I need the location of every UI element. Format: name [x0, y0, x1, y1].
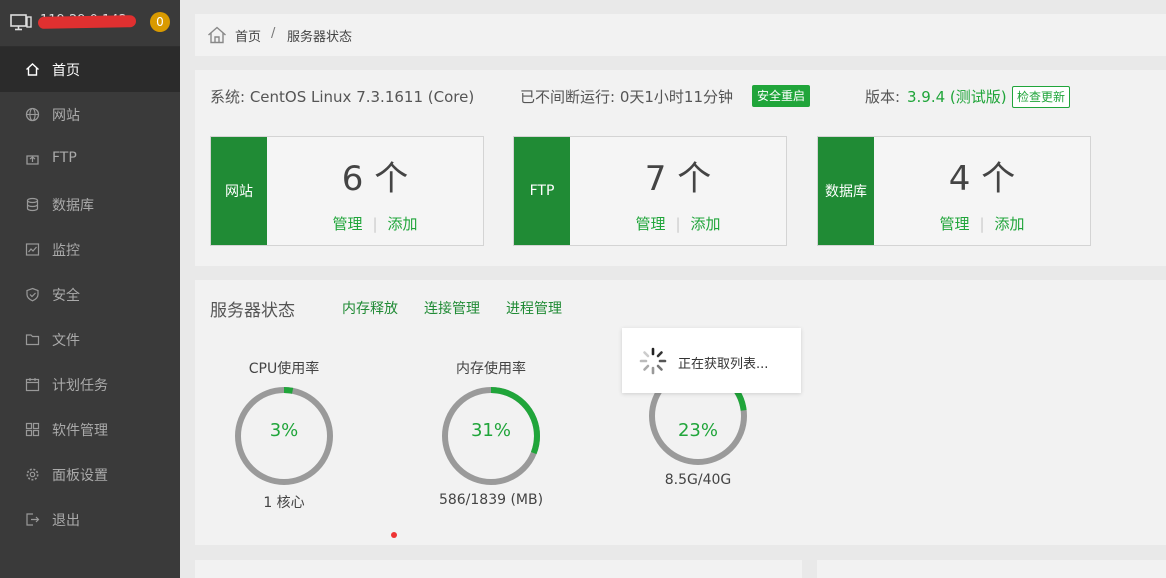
breadcrumb: 首页 / 服务器状态: [195, 14, 1166, 56]
sidebar-item-database[interactable]: 数据库: [0, 182, 180, 227]
sidebar-item-security[interactable]: 安全: [0, 272, 180, 317]
breadcrumb-home-link[interactable]: 首页: [235, 26, 261, 45]
logout-icon: [25, 512, 40, 527]
card-count: 4 个: [948, 159, 1016, 199]
grid-icon: [25, 422, 40, 437]
link-separator: |: [372, 215, 378, 233]
server-status-title: 服务器状态: [210, 301, 295, 321]
sidebar-item-monitor[interactable]: 监控: [0, 227, 180, 272]
cpu-gauge[interactable]: CPU使用率 3% 1 核心: [224, 358, 344, 512]
card-tag: 网站: [211, 137, 267, 245]
shield-icon: [25, 287, 40, 302]
status-indicator-dot: [391, 532, 397, 538]
sidebar-item-settings[interactable]: 面板设置: [0, 452, 180, 497]
sidebar-item-software[interactable]: 软件管理: [0, 407, 180, 452]
sidebar-item-label: 网站: [52, 108, 80, 124]
gauge-value: 3%: [269, 420, 299, 441]
home-icon: [25, 62, 40, 77]
sidebar-item-website[interactable]: 网站: [0, 92, 180, 137]
loading-message: 正在获取列表...: [678, 357, 769, 372]
spinner-icon: [638, 346, 668, 380]
sidebar-item-label: 计划任务: [52, 378, 108, 394]
sidebar-item-label: 数据库: [52, 198, 94, 214]
sidebar-item-label: 软件管理: [52, 423, 108, 439]
manage-link[interactable]: 管理: [635, 215, 665, 233]
bottom-left-panel: [195, 560, 802, 578]
sidebar-item-cron[interactable]: 计划任务: [0, 362, 180, 407]
manage-link[interactable]: 管理: [332, 215, 362, 233]
gauge-value: 23%: [677, 420, 718, 441]
link-separator: |: [675, 215, 681, 233]
card-count: 7 个: [644, 159, 712, 199]
card-links: 管理 | 添加: [570, 213, 786, 234]
gauge-title: 内存使用率: [456, 361, 526, 377]
sidebar-item-label: 文件: [52, 333, 80, 349]
version-label: 版本:: [865, 88, 901, 106]
card-links: 管理 | 添加: [267, 213, 483, 234]
card-links: 管理 | 添加: [874, 213, 1090, 234]
ftp-icon: [25, 152, 40, 167]
sidebar-nav: 首页 网站 FTP 数据库 监控 安全 文件 计划任务 软件管理 面板设置 退出: [0, 47, 180, 542]
memory-gauge[interactable]: 内存使用率 31% 586/1839 (MB): [431, 358, 551, 508]
sidebar-header: 119.29.0.142 0: [0, 0, 180, 47]
system-os-text: 系统: CentOS Linux 7.3.1611 (Core): [210, 88, 475, 106]
uptime-text: 已不间断运行: 0天1小时11分钟: [520, 88, 733, 106]
safe-restart-button[interactable]: 安全重启: [752, 85, 811, 107]
sidebar-item-files[interactable]: 文件: [0, 317, 180, 362]
memory-release-link[interactable]: 内存释放: [342, 298, 398, 318]
check-update-button[interactable]: 检查更新: [1012, 86, 1071, 108]
notification-badge[interactable]: 0: [150, 12, 170, 32]
connection-manage-link[interactable]: 连接管理: [424, 298, 480, 318]
sidebar-item-logout[interactable]: 退出: [0, 497, 180, 542]
card-tag: FTP: [514, 137, 570, 245]
sidebar-item-home[interactable]: 首页: [0, 47, 180, 92]
gauge-sub: 8.5G/40G: [664, 472, 732, 488]
breadcrumb-current: 服务器状态: [287, 30, 353, 45]
gear-icon: [25, 467, 40, 482]
add-link[interactable]: 添加: [995, 215, 1025, 233]
manage-link[interactable]: 管理: [939, 215, 969, 233]
bottom-right-panel: [817, 560, 1166, 578]
home-icon[interactable]: [207, 26, 227, 48]
loading-popup: 正在获取列表...: [622, 328, 801, 393]
sidebar-item-ftp[interactable]: FTP: [0, 137, 180, 182]
system-overview-panel: 系统: CentOS Linux 7.3.1611 (Core) 已不间断运行:…: [195, 70, 1166, 266]
gauge-value: 31%: [470, 420, 511, 441]
breadcrumb-separator: /: [271, 26, 276, 41]
monitor-icon: [25, 242, 40, 257]
link-separator: |: [979, 215, 985, 233]
website-card: 网站 6 个 管理 | 添加: [210, 136, 484, 246]
sidebar-item-label: 首页: [52, 63, 80, 79]
sidebar-item-label: 监控: [52, 243, 80, 259]
gauge-sub: 1 核心: [263, 495, 305, 511]
redaction-mark: [37, 15, 137, 29]
clock-icon: [25, 377, 40, 392]
database-card: 数据库 4 个 管理 | 添加: [817, 136, 1091, 246]
card-count: 6 个: [341, 159, 409, 199]
card-tag: 数据库: [818, 137, 874, 245]
server-status-panel: 服务器状态 内存释放 连接管理 进程管理 CPU使用率 3% 1 核心 内存使用…: [195, 280, 1166, 545]
folder-icon: [25, 332, 40, 347]
add-link[interactable]: 添加: [388, 215, 418, 233]
monitor-icon: [10, 14, 32, 35]
database-icon: [25, 197, 40, 212]
add-link[interactable]: 添加: [691, 215, 721, 233]
sidebar: 119.29.0.142 0 首页 网站 FTP 数据库 监控 安全: [0, 0, 180, 578]
globe-icon: [25, 107, 40, 122]
gauge-sub: 586/1839 (MB): [438, 492, 544, 508]
version-value: 3.9.4 (测试版): [907, 88, 1007, 106]
sidebar-item-label: FTP: [52, 150, 77, 166]
sidebar-item-label: 退出: [52, 513, 80, 529]
gauge-title: CPU使用率: [248, 361, 320, 377]
process-manage-link[interactable]: 进程管理: [506, 298, 562, 318]
sidebar-item-label: 安全: [52, 288, 80, 304]
sidebar-item-label: 面板设置: [52, 468, 108, 484]
ftp-card: FTP 7 个 管理 | 添加: [513, 136, 787, 246]
